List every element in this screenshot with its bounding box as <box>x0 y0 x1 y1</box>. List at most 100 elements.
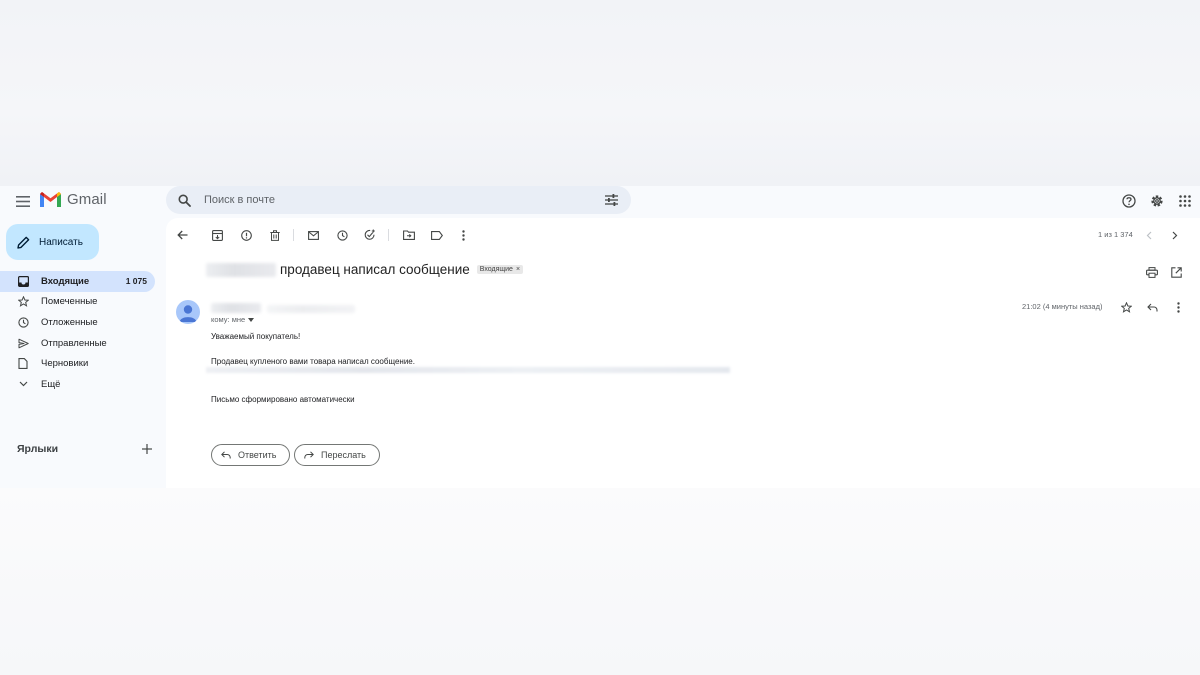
sidebar-item-label: Отложенные <box>41 316 98 328</box>
redacted-line <box>206 367 730 373</box>
subject-row: продавец написал сообщение Входящие × <box>206 262 524 277</box>
redacted-text <box>211 303 261 313</box>
sidebar-item-inbox[interactable]: Входящие 1 075 <box>0 271 155 292</box>
mail-icon <box>307 230 319 240</box>
labels-section: Ярлыки <box>17 443 152 455</box>
star-button[interactable] <box>1118 299 1134 315</box>
message-line: Продавец купленого вами товара написал с… <box>211 357 415 366</box>
settings-button[interactable] <box>1146 190 1168 212</box>
forward-icon <box>304 451 314 459</box>
main-menu-button[interactable] <box>12 190 34 212</box>
newer-button[interactable] <box>1138 224 1160 246</box>
sidebar-item-label: Входящие <box>41 275 90 287</box>
more-vert-icon <box>1176 301 1180 313</box>
older-button[interactable] <box>1164 224 1186 246</box>
recipients-text: кому: мне <box>211 315 246 324</box>
create-label-button[interactable] <box>142 444 152 454</box>
compose-button[interactable]: Написать <box>6 224 99 260</box>
compose-label: Написать <box>39 236 83 248</box>
gmail-logo[interactable]: Gmail <box>40 191 107 208</box>
star-icon <box>1120 301 1132 313</box>
back-button[interactable] <box>171 224 193 246</box>
subject-actions <box>1144 264 1184 280</box>
more-actions-button[interactable] <box>452 224 474 246</box>
open-in-new-icon <box>1170 266 1182 278</box>
hamburger-icon <box>16 195 30 207</box>
recipients-toggle[interactable]: кому: мне <box>211 315 255 324</box>
blurred-background-top <box>0 0 1200 186</box>
trash-icon <box>270 229 280 241</box>
folder-move-icon <box>403 230 415 240</box>
message-subject: продавец написал сообщение <box>280 262 470 277</box>
reply-icon <box>221 451 231 459</box>
header-actions <box>1118 190 1196 212</box>
search-input[interactable] <box>202 193 591 207</box>
chevron-left-icon <box>1146 231 1152 239</box>
help-icon <box>1122 194 1136 208</box>
sidebar-item-sent[interactable]: Отправленные <box>0 333 155 354</box>
blurred-background-bottom <box>0 488 1200 675</box>
inbox-label-chip[interactable]: Входящие × <box>476 265 524 274</box>
delete-button[interactable] <box>264 224 286 246</box>
reply-label: Ответить <box>238 450 277 460</box>
draft-icon <box>16 358 30 370</box>
filter-sliders-icon <box>604 194 618 206</box>
pencil-icon <box>17 236 30 249</box>
message-time: 21:02 (4 минуты назад) <box>1022 302 1103 311</box>
remove-label-icon[interactable]: × <box>516 266 520 273</box>
gmail-app: Gmail Поиск в почте Написать Входящие 1 … <box>0 186 1200 488</box>
apps-button[interactable] <box>1174 190 1196 212</box>
report-spam-button[interactable] <box>235 224 257 246</box>
print-all-button[interactable] <box>1144 264 1160 280</box>
add-task-icon <box>364 229 375 240</box>
search-icon <box>177 193 191 207</box>
inbox-icon <box>16 275 30 287</box>
more-vert-icon <box>461 229 465 241</box>
dropdown-arrow-icon <box>248 317 255 322</box>
snooze-button[interactable] <box>331 224 353 246</box>
move-to-button[interactable] <box>398 224 420 246</box>
sidebar-item-label: Помеченные <box>41 296 98 308</box>
send-icon <box>16 338 30 349</box>
labels-title: Ярлыки <box>17 443 59 455</box>
label-chip-text: Входящие <box>479 266 513 273</box>
pagination-count: 1 из 1 374 <box>1098 230 1133 239</box>
add-to-tasks-button[interactable] <box>359 224 381 246</box>
more-options-button[interactable] <box>1170 299 1186 315</box>
mark-unread-button[interactable] <box>302 224 324 246</box>
person-icon <box>179 305 197 322</box>
arrow-left-icon <box>176 230 187 240</box>
unread-count: 1 075 <box>125 276 147 287</box>
reply-button[interactable] <box>1144 299 1160 315</box>
sidebar-item-starred[interactable]: Помеченные <box>0 292 155 313</box>
forward-action-button[interactable]: Переслать <box>294 444 380 466</box>
sidebar-item-snoozed[interactable]: Отложенные <box>0 312 155 333</box>
labels-button[interactable] <box>426 224 448 246</box>
header: Gmail <box>0 186 1200 216</box>
clock-icon <box>336 229 348 241</box>
sidebar-item-label: Ещё <box>41 378 61 390</box>
search-bar[interactable] <box>166 186 631 214</box>
toolbar-divider <box>293 229 294 241</box>
print-icon <box>1146 266 1158 278</box>
clock-icon <box>16 317 30 328</box>
support-button[interactable] <box>1118 190 1140 212</box>
sender-avatar[interactable] <box>176 300 200 324</box>
open-new-window-button[interactable] <box>1168 264 1184 280</box>
message-toolbar: 1 из 1 374 <box>166 224 1200 246</box>
reply-action-button[interactable]: Ответить <box>211 444 290 466</box>
message-greeting: Уважаемый покупатель! <box>211 332 301 341</box>
label-icon <box>431 230 443 240</box>
archive-button[interactable] <box>206 224 228 246</box>
message-actions <box>1118 299 1186 315</box>
search-button[interactable] <box>166 193 202 207</box>
sidebar-item-more[interactable]: Ещё <box>0 374 155 395</box>
search-options-button[interactable] <box>591 194 631 206</box>
message-footer: Письмо сформировано автоматически <box>211 395 355 404</box>
forward-label: Переслать <box>321 450 366 460</box>
archive-icon <box>211 229 223 241</box>
sidebar-item-drafts[interactable]: Черновики <box>0 353 155 374</box>
chevron-down-icon <box>16 381 30 387</box>
app-name: Gmail <box>67 191 107 208</box>
message-view: 1 из 1 374 продавец написал сообщение Вх… <box>166 218 1200 488</box>
